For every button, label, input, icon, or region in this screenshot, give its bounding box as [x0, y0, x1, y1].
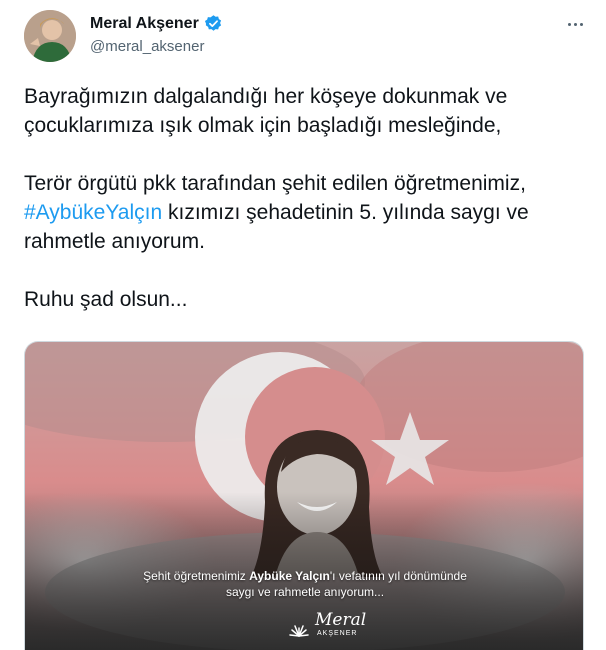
author-display-name[interactable]: Meral Akşener [90, 15, 199, 33]
more-options-icon[interactable] [562, 14, 588, 34]
verified-badge-icon [204, 14, 223, 33]
logo-wordmark: Meral [315, 610, 367, 630]
memorial-image [25, 342, 583, 650]
tweet-image[interactable]: Şehit öğretmenimiz Aybüke Yalçın'ı vefat… [24, 341, 584, 650]
tweet-paragraph-2: Terör örgütü pkk tarafından şehit edilen… [24, 169, 594, 256]
caption-text: Şehit öğretmenimiz [143, 569, 250, 583]
caption-name: Aybüke Yalçın [249, 569, 330, 583]
author-handle[interactable]: @meral_aksener [90, 38, 204, 55]
sun-logo-icon [287, 614, 311, 638]
avatar[interactable] [24, 10, 76, 62]
image-caption-line-1: Şehit öğretmenimiz Aybüke Yalçın'ı vefat… [25, 568, 583, 584]
author-name-row: Meral Akşener [90, 14, 223, 33]
tweet-paragraph-3: Ruhu şad olsun... [24, 288, 188, 311]
caption-text: 'ı vefatının yıl dönümünde [329, 569, 467, 583]
logo-subtext: AKŞENER [317, 630, 358, 637]
image-caption-line-2: saygı ve rahmetle anıyorum... [225, 585, 385, 599]
tweet-paragraph-1: Bayrağımızın dalgalandığı her köşeye dok… [24, 85, 508, 137]
hashtag-link[interactable]: #AybükeYalçın [24, 201, 162, 224]
tweet: Meral Akşener @meral_aksener Bayrağımızı… [0, 0, 606, 650]
tweet-text-segment: Terör örgütü pkk tarafından şehit edilen… [24, 172, 526, 195]
tweet-text: Bayrağımızın dalgalandığı her köşeye dok… [24, 82, 594, 314]
